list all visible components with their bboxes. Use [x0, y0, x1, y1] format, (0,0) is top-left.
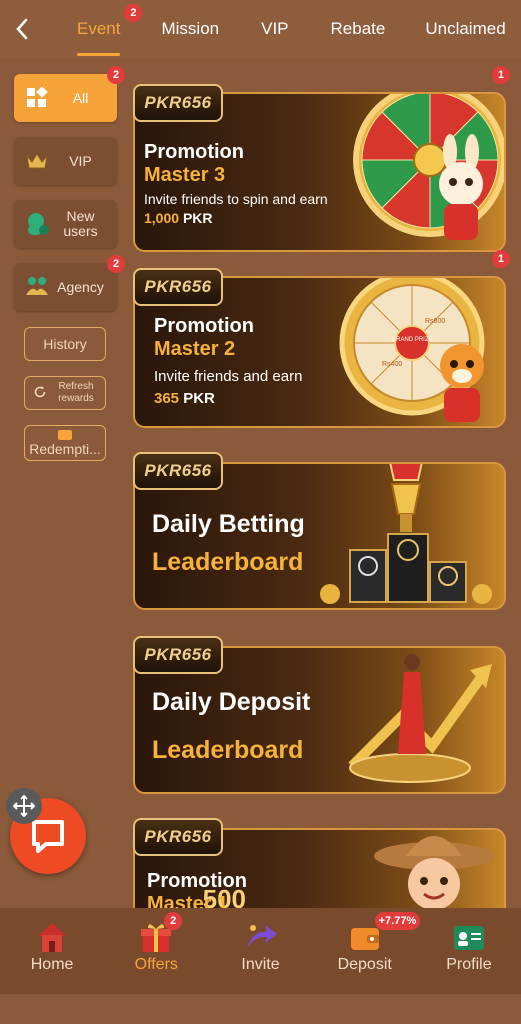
chevron-left-icon: [16, 18, 28, 40]
tab-vip[interactable]: VIP: [261, 0, 288, 58]
tab-vip-label: VIP: [261, 19, 289, 38]
invite-arrow-icon: [246, 925, 277, 948]
nav-deposit-badge: +7.77%: [374, 912, 421, 930]
banner-1-badge: 1: [492, 66, 510, 84]
handshake-icon: [22, 272, 52, 302]
tab-mission[interactable]: Mission: [161, 0, 219, 58]
tab-bar: Event 2 Mission VIP Rebate Unclaimed: [44, 0, 506, 58]
banner-description: Invite friends to spin and earn: [144, 191, 328, 207]
sidebar-item-label: VIP: [69, 152, 92, 169]
top-bar: Event 2 Mission VIP Rebate Unclaimed: [0, 0, 521, 58]
tab-mission-label: Mission: [161, 19, 220, 38]
chat-bubble-icon: [32, 820, 64, 853]
banner-title: Promotion: [154, 315, 254, 337]
refresh-label: Refresh rewards: [58, 381, 94, 404]
banner-2-badge: 1: [492, 250, 510, 268]
back-button[interactable]: [0, 0, 44, 58]
new-user-icon: [22, 209, 52, 239]
banner-amount: 1,000: [144, 210, 180, 226]
profile-card-icon: [453, 926, 484, 950]
brand-logo: PKR656: [133, 818, 223, 856]
banner-amount: 365: [154, 390, 180, 407]
nav-home-label: Home: [30, 956, 74, 973]
banner-description: Invite friends and earn: [154, 368, 303, 385]
sidebar-item-new-users[interactable]: New users: [14, 200, 117, 248]
banner-subtitle: Master 2: [154, 338, 236, 360]
nav-offers-label: Offers: [134, 956, 178, 973]
bottom-nav: Home Offers 2 Invite Deposit +7.77% Prof…: [0, 908, 521, 994]
wheel-amount-label-2: Rs800: [425, 318, 445, 325]
redemption-button[interactable]: Redempti...: [24, 425, 106, 461]
refresh-icon: [33, 385, 47, 402]
sidebar-agency-badge: 2: [107, 255, 125, 273]
crown-icon: [22, 146, 52, 176]
banner-reward: 1,000 PKR: [144, 210, 213, 226]
tab-event-label: Event: [77, 19, 121, 38]
sidebar-all-badge: 2: [107, 66, 125, 84]
sidebar-item-all[interactable]: All 2: [14, 66, 125, 122]
banner-title: Daily Deposit: [152, 688, 311, 716]
nav-offers[interactable]: Offers 2: [104, 908, 208, 994]
nav-offers-badge: 2: [164, 912, 183, 930]
nav-deposit[interactable]: Deposit +7.77%: [313, 908, 421, 994]
nav-deposit-label: Deposit: [337, 956, 392, 973]
nav-profile[interactable]: Profile: [417, 908, 521, 994]
banner-title: Promotion: [147, 870, 247, 892]
history-label: History: [43, 336, 87, 352]
banner-title: Daily Betting: [152, 510, 305, 538]
wheel-amount-label: Rs400: [382, 361, 402, 368]
tab-rebate-label: Rebate: [330, 19, 386, 38]
nav-profile-label: Profile: [446, 956, 492, 973]
home-icon: [38, 923, 67, 952]
tab-event-badge: 2: [124, 4, 143, 22]
drag-handle[interactable]: [6, 788, 42, 824]
history-button[interactable]: History: [24, 327, 106, 361]
brand-logo: PKR656: [133, 268, 223, 306]
tab-event[interactable]: Event 2: [77, 0, 143, 58]
tab-unclaimed[interactable]: Unclaimed: [425, 0, 505, 58]
nav-invite-label: Invite: [241, 956, 280, 973]
tab-unclaimed-label: Unclaimed: [425, 19, 506, 38]
arrow-podium-icon: [348, 654, 492, 783]
banner-subtitle: Master 3: [144, 164, 226, 186]
grid-icon: [22, 83, 52, 113]
banner-subtitle: Leaderboard: [152, 736, 304, 764]
wheel-center-label: GRAND PRIZE: [391, 337, 432, 343]
refresh-rewards-button[interactable]: Refresh rewards: [24, 376, 106, 410]
brand-logo: PKR656: [133, 636, 223, 674]
nav-invite[interactable]: Invite: [208, 908, 312, 994]
banner-subtitle: Leaderboard: [152, 548, 304, 576]
sidebar-item-agency[interactable]: Agency 2: [14, 255, 125, 311]
sidebar-item-label: Agency: [57, 278, 104, 295]
banner-currency: PKR: [182, 210, 213, 226]
banner-title: Promotion: [144, 141, 244, 163]
tiger-mascot-icon: [440, 344, 484, 422]
rabbit-mascot-icon: [439, 134, 483, 240]
sidebar-item-vip[interactable]: VIP: [14, 137, 117, 185]
banner-reward: 365 PKR: [154, 390, 215, 407]
nav-home[interactable]: Home: [0, 908, 104, 994]
redemption-label: Redempti...: [29, 440, 101, 457]
brand-logo: PKR656: [133, 452, 223, 490]
move-arrows-icon: [12, 794, 36, 818]
bottom-spacer: [0, 994, 521, 1024]
banner-currency: PKR: [183, 390, 215, 407]
tab-rebate[interactable]: Rebate: [331, 0, 386, 58]
sidebar-item-label: New users: [63, 208, 98, 239]
redemption-icon: [58, 429, 72, 440]
trophy-podium-icon: [320, 464, 492, 604]
sidebar-item-label: All: [72, 89, 89, 106]
brand-logo: PKR656: [133, 84, 223, 122]
